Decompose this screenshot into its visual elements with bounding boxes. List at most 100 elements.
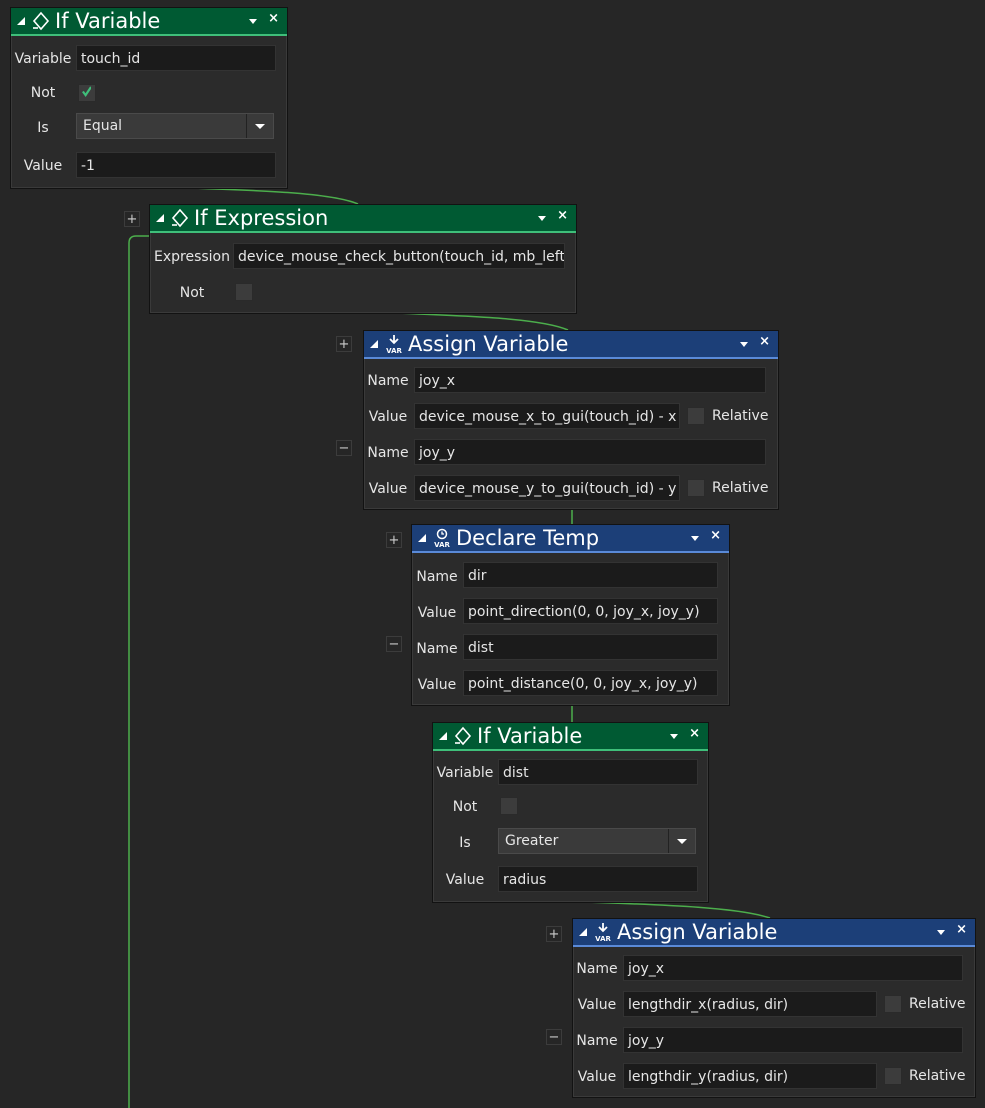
block-menu-icon[interactable] — [937, 930, 945, 935]
name-label: Name — [416, 641, 458, 657]
block-title: Assign Variable — [617, 920, 778, 944]
value-field[interactable]: device_mouse_y_to_gui(touch_id) - y — [414, 475, 680, 501]
not-label: Not — [179, 285, 205, 301]
collapse-icon[interactable] — [418, 534, 426, 542]
if-variable-block[interactable]: If Variable × Variable touch_id Not Is E… — [10, 7, 288, 189]
collapse-icon[interactable] — [156, 214, 164, 222]
relative-checkbox[interactable] — [687, 479, 705, 497]
is-dropdown[interactable]: Equal — [76, 113, 274, 139]
value-field[interactable]: lengthdir_y(radius, dir) — [623, 1063, 877, 1089]
value-field[interactable]: -1 — [76, 152, 276, 178]
collapse-icon[interactable] — [579, 928, 587, 936]
if-variable-block[interactable]: If Variable × Variable dist Not Is Great… — [432, 722, 709, 903]
block-header[interactable]: VAR Assign Variable × — [364, 331, 778, 359]
close-icon[interactable]: × — [710, 528, 721, 543]
block-header[interactable]: VAR Declare Temp × — [412, 525, 729, 553]
declare-temp-icon: VAR — [432, 528, 452, 548]
name-field[interactable]: dir — [463, 562, 718, 588]
block-menu-icon[interactable] — [691, 536, 699, 541]
is-label: Is — [459, 835, 471, 851]
if-expression-block[interactable]: If Expression × Expression device_mouse_… — [149, 204, 577, 314]
close-icon[interactable]: × — [759, 334, 770, 349]
remove-row-minus-button[interactable]: − — [336, 440, 352, 456]
relative-label: Relative — [909, 1068, 966, 1084]
expand-plus-button[interactable]: + — [546, 926, 562, 942]
if-variable-icon — [453, 726, 473, 746]
block-menu-icon[interactable] — [670, 734, 678, 739]
not-checkbox[interactable] — [235, 283, 253, 301]
collapse-icon[interactable] — [370, 340, 378, 348]
name-field[interactable]: dist — [463, 634, 718, 660]
svg-text:VAR: VAR — [595, 935, 611, 942]
expression-label: Expression — [154, 249, 230, 265]
variable-field[interactable]: touch_id — [76, 45, 276, 71]
assign-variable-icon: VAR — [384, 334, 404, 354]
is-dropdown-value: Equal — [83, 118, 123, 134]
close-icon[interactable]: × — [689, 726, 700, 741]
block-title: If Variable — [55, 9, 161, 33]
block-header[interactable]: If Expression × — [150, 205, 576, 233]
name-field[interactable]: joy_x — [623, 955, 963, 981]
block-header[interactable]: If Variable × — [11, 8, 287, 36]
remove-row-minus-button[interactable]: − — [386, 636, 402, 652]
expand-plus-button[interactable]: + — [386, 532, 402, 548]
block-header[interactable]: VAR Assign Variable × — [573, 919, 975, 947]
block-menu-icon[interactable] — [740, 342, 748, 347]
value-label: Value — [417, 677, 457, 693]
expand-plus-button[interactable]: + — [124, 211, 140, 227]
value-label: Value — [417, 605, 457, 621]
if-variable-icon — [31, 11, 51, 31]
chevron-down-icon[interactable] — [246, 114, 273, 138]
is-dropdown[interactable]: Greater — [498, 828, 696, 854]
assign-variable-block[interactable]: VAR Assign Variable × Name joy_x Value d… — [363, 330, 779, 510]
relative-checkbox[interactable] — [884, 1067, 902, 1085]
name-label: Name — [576, 961, 618, 977]
assign-variable-block[interactable]: VAR Assign Variable × Name joy_x Value l… — [572, 918, 976, 1098]
block-menu-icon[interactable] — [249, 19, 257, 24]
block-title: If Expression — [194, 206, 329, 230]
not-label: Not — [452, 799, 478, 815]
remove-row-minus-button[interactable]: − — [546, 1029, 562, 1045]
value-label: Value — [577, 997, 617, 1013]
name-field[interactable]: joy_y — [414, 439, 766, 465]
not-checkbox[interactable] — [78, 84, 96, 102]
name-label: Name — [576, 1033, 618, 1049]
chevron-down-icon[interactable] — [668, 829, 695, 853]
relative-checkbox[interactable] — [687, 407, 705, 425]
name-field[interactable]: joy_y — [623, 1027, 963, 1053]
check-icon — [82, 86, 91, 97]
value-label: Value — [577, 1069, 617, 1085]
block-header[interactable]: If Variable × — [433, 723, 708, 751]
expand-plus-button[interactable]: + — [336, 336, 352, 352]
name-field[interactable]: joy_x — [414, 367, 766, 393]
value-label: Value — [23, 158, 63, 174]
svg-text:VAR: VAR — [386, 347, 402, 354]
value-field[interactable]: point_direction(0, 0, joy_x, joy_y) — [463, 598, 718, 624]
relative-label: Relative — [909, 996, 966, 1012]
is-label: Is — [37, 120, 49, 136]
expression-field[interactable]: device_mouse_check_button(touch_id, mb_l… — [233, 243, 565, 269]
relative-checkbox[interactable] — [884, 995, 902, 1013]
declare-temp-block[interactable]: VAR Declare Temp × Name dir Value point_… — [411, 524, 730, 706]
close-icon[interactable]: × — [268, 11, 279, 26]
block-menu-icon[interactable] — [538, 216, 546, 221]
value-field[interactable]: radius — [498, 866, 698, 892]
not-checkbox[interactable] — [500, 797, 518, 815]
relative-label: Relative — [712, 480, 769, 496]
value-label: Value — [368, 481, 408, 497]
if-expression-icon — [170, 208, 190, 228]
value-label: Value — [445, 872, 485, 888]
name-label: Name — [367, 373, 409, 389]
value-label: Value — [368, 409, 408, 425]
assign-variable-icon: VAR — [593, 922, 613, 942]
collapse-icon[interactable] — [439, 732, 447, 740]
value-field[interactable]: lengthdir_x(radius, dir) — [623, 991, 877, 1017]
value-field[interactable]: device_mouse_x_to_gui(touch_id) - x — [414, 403, 680, 429]
variable-label: Variable — [14, 51, 72, 67]
close-icon[interactable]: × — [557, 208, 568, 223]
value-field[interactable]: point_distance(0, 0, joy_x, joy_y) — [463, 670, 718, 696]
relative-label: Relative — [712, 408, 769, 424]
variable-field[interactable]: dist — [498, 759, 698, 785]
close-icon[interactable]: × — [956, 922, 967, 937]
collapse-icon[interactable] — [17, 17, 25, 25]
